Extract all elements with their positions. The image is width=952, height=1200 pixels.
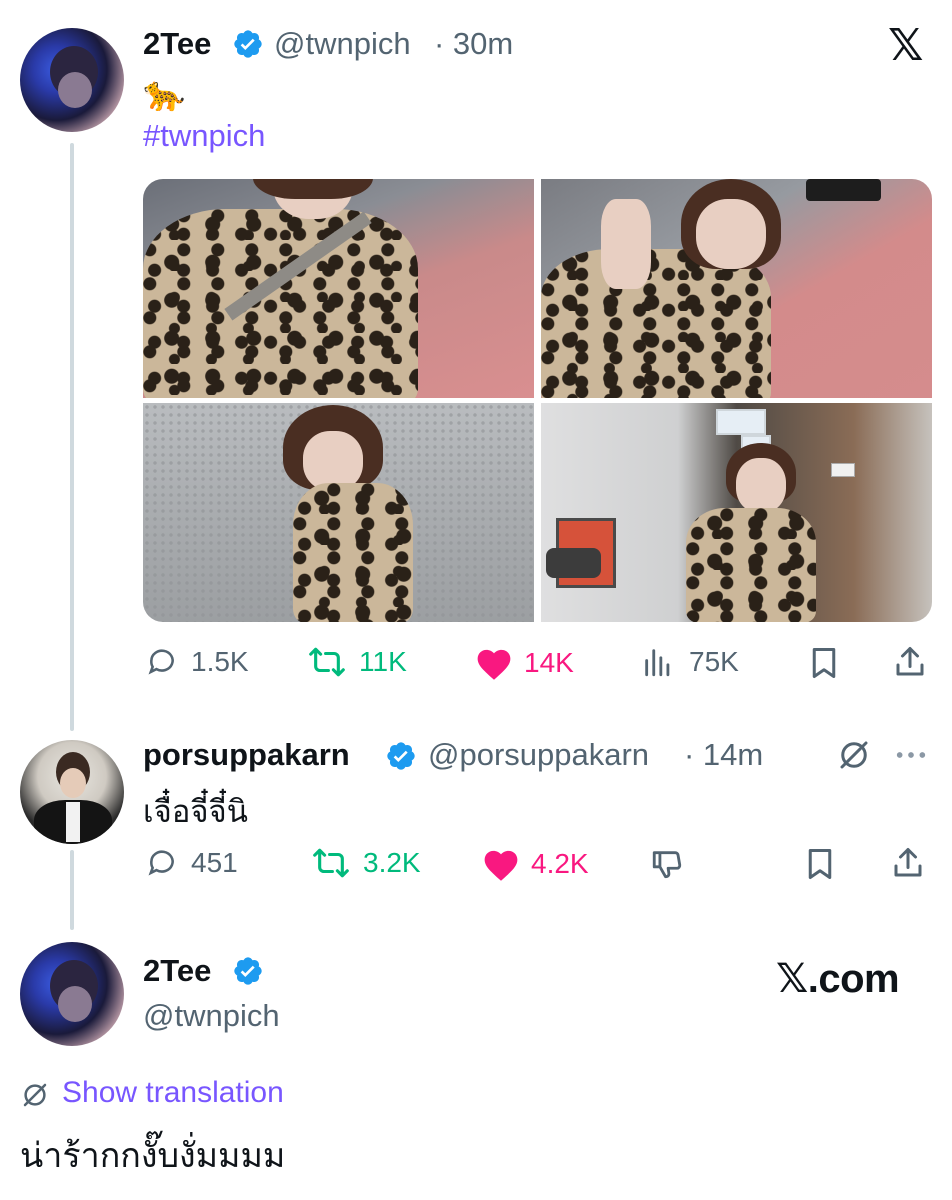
repost-icon bbox=[313, 848, 349, 878]
show-translation-button[interactable]: Show translation bbox=[20, 1075, 320, 1115]
author-handle[interactable]: @twnpich bbox=[143, 998, 280, 1034]
reply-button[interactable]: 1.5K bbox=[145, 645, 249, 679]
author-handle[interactable]: @porsuppakarn bbox=[428, 737, 649, 773]
media-grid bbox=[143, 179, 932, 622]
reply-button[interactable]: 451 bbox=[145, 846, 238, 880]
photo-3[interactable] bbox=[143, 403, 534, 622]
author-handle[interactable]: @twnpich bbox=[274, 26, 411, 62]
author-name[interactable]: 2Tee bbox=[143, 26, 211, 62]
photo-4[interactable] bbox=[541, 403, 932, 622]
avatar[interactable] bbox=[20, 28, 124, 132]
translate-icon bbox=[23, 1083, 47, 1107]
verified-badge-icon bbox=[387, 742, 415, 770]
x-com-logo[interactable]: 𝕏.com bbox=[776, 956, 900, 1002]
avatar[interactable] bbox=[20, 740, 124, 844]
repost-button[interactable]: 11K bbox=[307, 645, 407, 679]
share-icon[interactable] bbox=[890, 845, 926, 881]
tweet-emoji: 🐆 bbox=[143, 75, 186, 113]
like-count: 4.2K bbox=[531, 848, 589, 879]
reply-icon bbox=[148, 649, 174, 675]
grok-icon[interactable] bbox=[836, 737, 872, 773]
tweet-text: น่าร้ากกงั๊บงั่มมมม bbox=[20, 1137, 286, 1175]
reply-count: 1.5K bbox=[191, 646, 249, 677]
author-name[interactable]: porsuppakarn bbox=[143, 737, 350, 773]
views-icon bbox=[645, 649, 670, 677]
bookmark-icon[interactable] bbox=[806, 645, 842, 681]
avatar[interactable] bbox=[20, 942, 124, 1046]
verified-badge-icon bbox=[234, 957, 262, 985]
like-count: 14K bbox=[524, 647, 574, 678]
repost-count: 3.2K bbox=[363, 847, 421, 878]
reply-count: 451 bbox=[191, 847, 238, 878]
verified-badge-icon bbox=[234, 30, 262, 58]
heart-icon bbox=[484, 850, 518, 881]
views-button[interactable]: 75K bbox=[641, 645, 739, 679]
like-button[interactable]: 4.2K bbox=[481, 846, 589, 882]
repost-icon bbox=[309, 647, 345, 677]
views-count: 75K bbox=[689, 646, 739, 677]
timestamp[interactable]: · 14m bbox=[684, 737, 763, 773]
thread-line-1 bbox=[70, 143, 74, 731]
hashtag-link[interactable]: #twnpich bbox=[143, 118, 265, 154]
like-button[interactable]: 14K bbox=[474, 645, 574, 681]
heart-icon bbox=[477, 649, 511, 680]
dislike-icon[interactable] bbox=[650, 846, 684, 882]
bookmark-icon[interactable] bbox=[802, 846, 838, 882]
share-icon[interactable] bbox=[892, 644, 928, 680]
thread-line-2 bbox=[70, 850, 74, 930]
reply-icon bbox=[148, 850, 174, 876]
photo-1[interactable] bbox=[143, 179, 534, 398]
show-translation-label: Show translation bbox=[62, 1076, 284, 1109]
more-icon[interactable] bbox=[894, 745, 928, 765]
photo-2[interactable] bbox=[541, 179, 932, 398]
repost-count: 11K bbox=[359, 646, 407, 677]
x-logo-icon[interactable]: 𝕏 bbox=[888, 20, 923, 71]
timestamp[interactable]: · 30m bbox=[434, 26, 513, 62]
tweet-text: เจื๋อจี๋จี๋นิ bbox=[143, 794, 248, 829]
author-name[interactable]: 2Tee bbox=[143, 953, 211, 989]
repost-button[interactable]: 3.2K bbox=[311, 846, 421, 880]
